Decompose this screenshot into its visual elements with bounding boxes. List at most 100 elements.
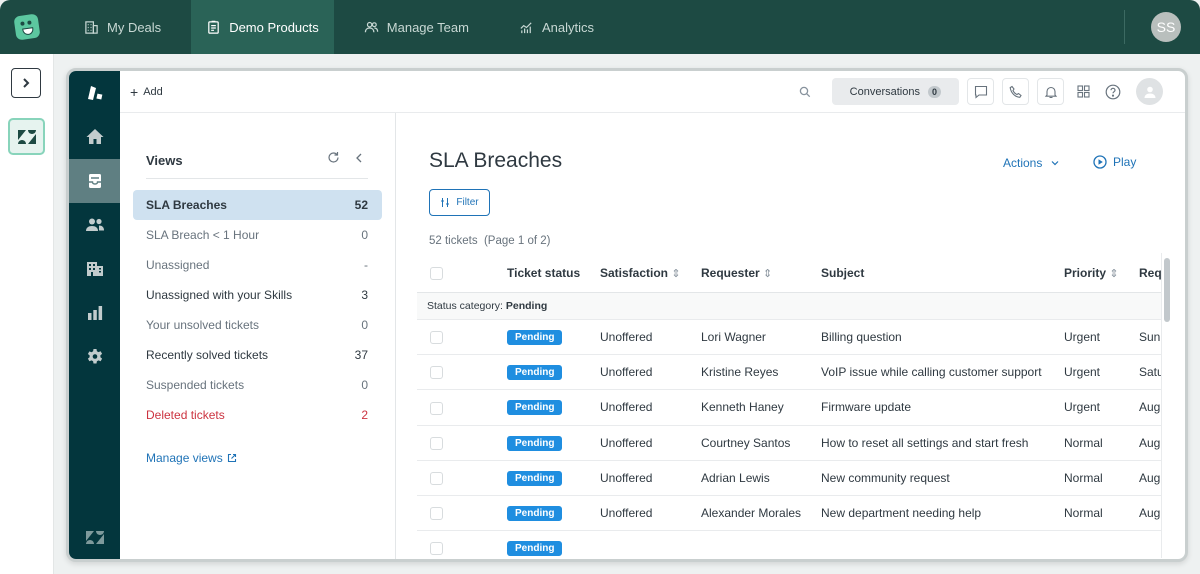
tab-analytics[interactable]: Analytics	[499, 0, 624, 54]
bar-chart-icon	[87, 306, 102, 320]
profile-avatar[interactable]	[1136, 78, 1163, 105]
column-requested[interactable]: Req	[1139, 266, 1161, 280]
subject-cell[interactable]: How to reset all settings and start fres…	[821, 436, 1064, 450]
search-button[interactable]	[792, 79, 818, 105]
requester-cell[interactable]: Adrian Lewis	[701, 471, 821, 485]
status-badge: Pending	[507, 365, 563, 381]
row-checkbox[interactable]	[417, 541, 507, 556]
view-item-sla-breach-1-hour[interactable]: SLA Breach < 1 Hour 0	[133, 220, 382, 250]
main-content: SLA Breaches Actions Play Filter 52 tick…	[397, 113, 1185, 559]
chat-button[interactable]	[967, 78, 994, 105]
collapse-views-button[interactable]	[354, 151, 364, 169]
gear-icon	[87, 349, 102, 364]
zendesk-app-button[interactable]	[8, 118, 45, 155]
view-item-sla-breaches[interactable]: SLA Breaches 52	[133, 190, 382, 220]
app-logo[interactable]	[0, 0, 54, 54]
status-badge: Pending	[507, 330, 563, 346]
view-item-unassigned-skills[interactable]: Unassigned with your Skills 3	[133, 280, 382, 310]
top-nav-bar: My Deals Demo Products Manage Team Analy…	[0, 0, 1200, 54]
requester-cell[interactable]: Lori Wagner	[701, 330, 821, 344]
refresh-views-button[interactable]	[327, 151, 340, 169]
row-checkbox[interactable]	[417, 506, 507, 521]
notifications-button[interactable]	[1037, 78, 1064, 105]
team-icon	[364, 21, 378, 32]
column-satisfaction[interactable]: Satisfaction ⇕	[600, 266, 701, 280]
group-label: Status category:	[427, 300, 503, 312]
table-row[interactable]: Pending Unoffered Alexander Morales New dep…	[417, 496, 1161, 532]
tab-my-deals[interactable]: My Deals	[54, 0, 191, 54]
sidebar-item-reporting[interactable]	[69, 291, 120, 335]
sort-icon: ⇕	[1109, 267, 1119, 280]
subject-cell[interactable]: New department needing help	[821, 506, 1064, 520]
user-avatar[interactable]: SS	[1151, 12, 1181, 42]
actions-dropdown[interactable]: Actions	[1003, 156, 1060, 170]
select-all-checkbox[interactable]	[417, 265, 507, 280]
plus-icon: +	[130, 83, 139, 100]
row-checkbox[interactable]	[417, 400, 507, 415]
zendesk-icon	[17, 129, 36, 144]
expand-sidebar-button[interactable]	[11, 68, 41, 98]
view-item-unassigned[interactable]: Unassigned -	[133, 250, 382, 280]
row-checkbox[interactable]	[417, 330, 507, 345]
tab-manage-team[interactable]: Manage Team	[334, 0, 499, 54]
view-label: Recently solved tickets	[146, 348, 269, 362]
play-label: Play	[1113, 155, 1137, 169]
requested-cell: Satu	[1139, 365, 1161, 380]
subject-cell[interactable]: Billing question	[821, 330, 1064, 344]
manage-views-link[interactable]: Manage views	[146, 451, 237, 465]
ticket-count: 52 tickets (Page 1 of 2)	[429, 235, 551, 247]
table-row[interactable]: Pending Unoffered Adrian Lewis New communit…	[417, 461, 1161, 496]
column-subject[interactable]: Subject	[821, 266, 1064, 280]
sidebar-item-customers[interactable]	[69, 203, 120, 247]
table-row[interactable]: Pending Unoffered Lori Wagner Billing quest…	[417, 320, 1161, 356]
subject-cell[interactable]: Firmware update	[821, 400, 1064, 414]
requester-cell[interactable]: Kenneth Haney	[701, 400, 821, 414]
requester-cell[interactable]: Courtney Santos	[701, 436, 821, 450]
priority-cell: Urgent	[1064, 400, 1101, 415]
phone-button[interactable]	[1002, 78, 1029, 105]
conversations-button[interactable]: Conversations 0	[831, 78, 959, 105]
divider	[1124, 10, 1125, 44]
view-item-recently-solved[interactable]: Recently solved tickets 37	[133, 340, 382, 370]
requested-cell: Aug	[1139, 506, 1161, 521]
sidebar-item-home[interactable]	[69, 115, 120, 159]
column-priority[interactable]: Priority ⇕	[1064, 266, 1139, 280]
horizontal-scrollbar[interactable]	[421, 560, 983, 562]
row-checkbox[interactable]	[417, 435, 507, 450]
row-checkbox[interactable]	[417, 471, 507, 485]
view-item-deleted[interactable]: Deleted tickets 2	[133, 400, 382, 430]
priority-cell: Normal	[1064, 470, 1103, 485]
sidebar-item-organizations[interactable]	[69, 247, 120, 291]
vertical-scrollbar[interactable]	[1164, 258, 1170, 322]
view-item-suspended[interactable]: Suspended tickets 0	[133, 370, 382, 400]
sidebar-item-views[interactable]	[69, 159, 120, 203]
zendesk-logo[interactable]	[69, 71, 120, 115]
zendesk-icon	[85, 531, 104, 544]
sidebar-item-admin[interactable]	[69, 335, 120, 379]
table-row[interactable]: Pending Unoffered Kenneth Haney Firmware up…	[417, 390, 1161, 426]
filter-button[interactable]: Filter	[429, 189, 490, 216]
row-checkbox[interactable]	[417, 365, 507, 380]
subject-cell[interactable]: VoIP issue while calling customer suppor…	[821, 365, 1064, 379]
requester-cell[interactable]: Kristine Reyes	[701, 365, 821, 379]
status-badge: Pending	[507, 400, 563, 416]
apps-button[interactable]	[1072, 78, 1094, 105]
column-requester[interactable]: Requester ⇕	[701, 266, 821, 280]
zendesk-sidebar	[69, 71, 120, 559]
play-button[interactable]: Play	[1093, 155, 1136, 169]
requester-cell[interactable]: Alexander Morales	[701, 506, 821, 520]
subject-cell[interactable]: New community request	[821, 471, 1064, 485]
help-button[interactable]	[1102, 78, 1124, 105]
table-row[interactable]: Pending Unoffered Kristine Reyes VoIP issue…	[417, 355, 1161, 391]
add-button[interactable]: + Add	[130, 84, 163, 100]
satisfaction-cell: Unoffered	[600, 330, 653, 345]
column-ticket-status[interactable]: Ticket status	[507, 266, 600, 280]
requested-cell: Aug	[1139, 435, 1161, 450]
analytics-icon	[520, 21, 532, 33]
tab-demo-products[interactable]: Demo Products	[191, 0, 334, 54]
chevron-right-icon	[23, 78, 30, 88]
table-row[interactable]: Pending Unoffered Courtney Santos How to re…	[417, 426, 1161, 461]
requested-cell: Sun	[1139, 330, 1161, 345]
view-item-your-unsolved[interactable]: Your unsolved tickets 0	[133, 310, 382, 340]
table-row[interactable]: Pending	[417, 531, 1161, 558]
